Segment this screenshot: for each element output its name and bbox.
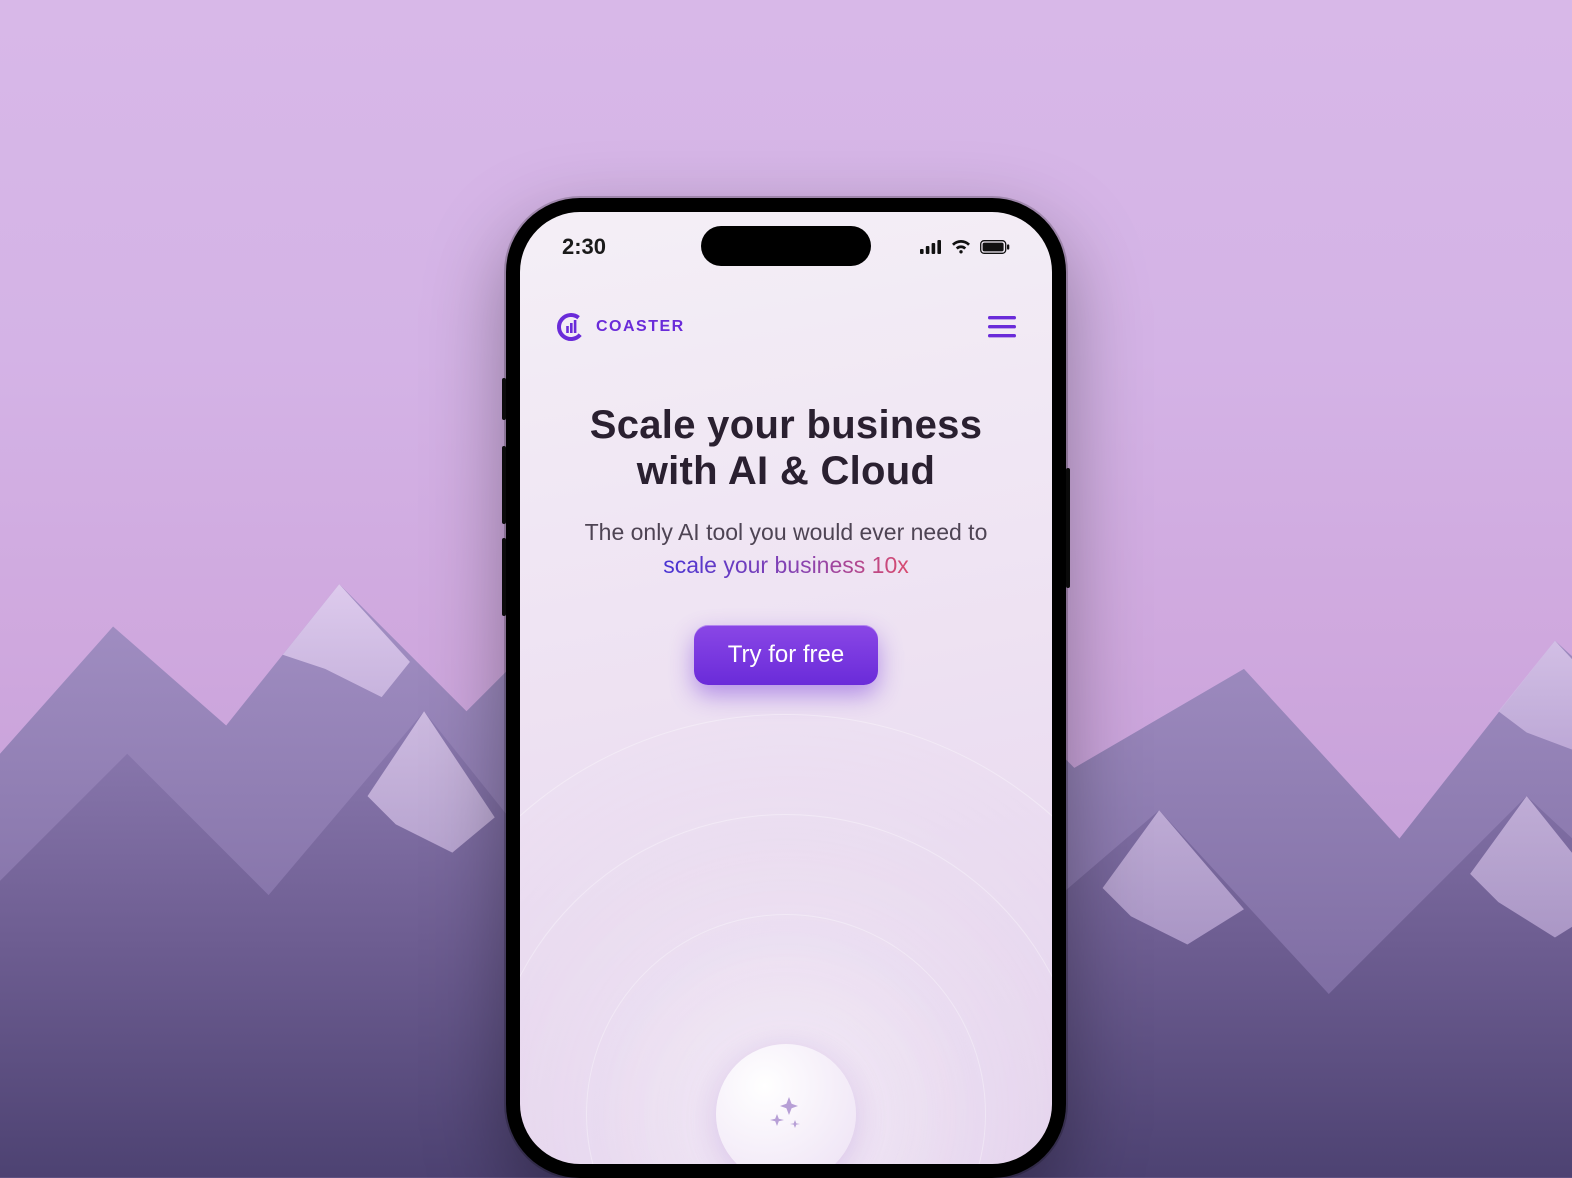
phone-screen: 2:30 COASTER: [520, 212, 1052, 1164]
hero-illustration-rings: [520, 714, 1052, 1164]
wifi-icon: [950, 239, 972, 255]
cellular-icon: [920, 240, 942, 254]
battery-icon: [980, 240, 1010, 254]
hero-title: Scale your business with AI & Cloud: [564, 402, 1008, 494]
phone-volume-down: [502, 538, 506, 616]
app-header: COASTER: [520, 312, 1052, 342]
brand-logo[interactable]: COASTER: [556, 312, 685, 342]
phone-mute-switch: [502, 378, 506, 420]
sparkle-icon: [766, 1094, 806, 1134]
phone-mockup: 2:30 COASTER: [506, 198, 1066, 1178]
phone-volume-up: [502, 446, 506, 524]
phone-power-button: [1066, 468, 1070, 588]
hero-section: Scale your business with AI & Cloud The …: [520, 402, 1052, 685]
brand-logo-icon: [556, 312, 586, 342]
hero-subtitle: The only AI tool you would ever need to …: [564, 516, 1008, 583]
status-time: 2:30: [562, 234, 606, 260]
try-for-free-button[interactable]: Try for free: [694, 625, 878, 685]
status-bar: 2:30: [520, 234, 1052, 260]
brand-name: COASTER: [596, 318, 685, 336]
hamburger-menu-icon[interactable]: [988, 316, 1016, 338]
hero-subtitle-highlight: scale your business 10x: [663, 552, 908, 578]
